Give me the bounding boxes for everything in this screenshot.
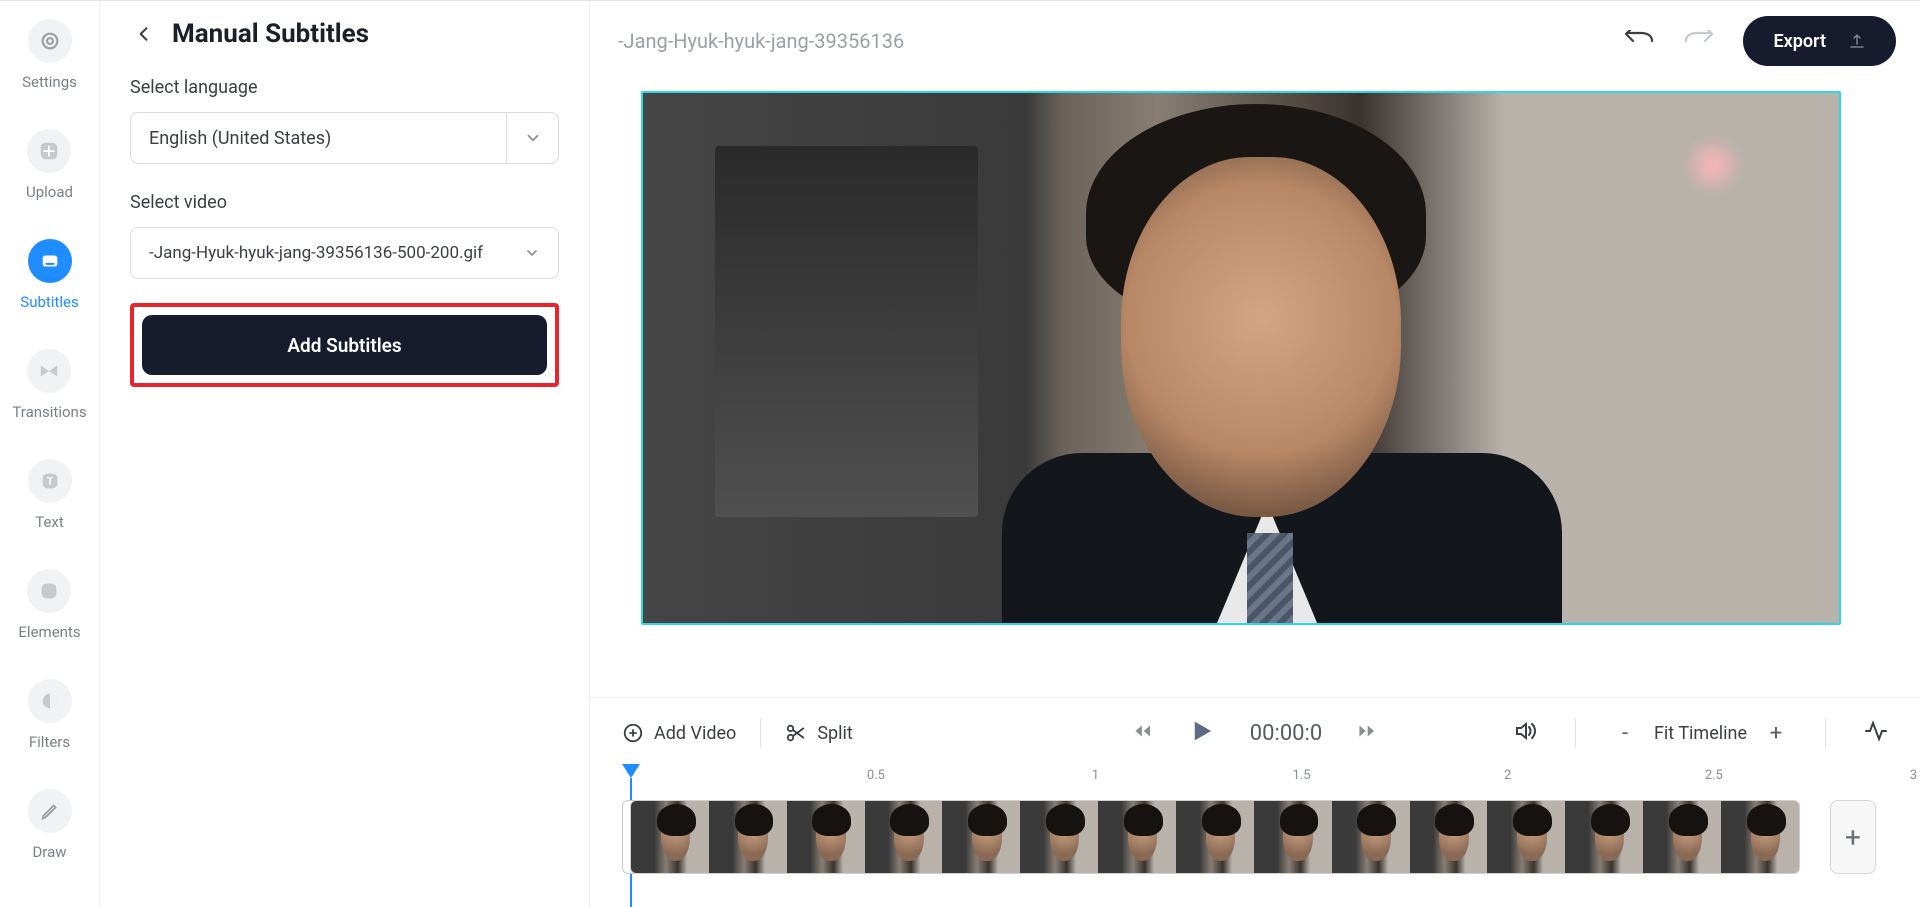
timeline-track[interactable]: + <box>590 794 1920 907</box>
sidebar-item-draw[interactable]: Draw <box>28 789 72 861</box>
export-label: Export <box>1773 31 1826 52</box>
time-display: 00:00:0 <box>1250 721 1322 746</box>
subtitles-panel: Manual Subtitles Select language English… <box>100 1 590 907</box>
chevron-down-icon <box>506 113 558 163</box>
volume-button[interactable] <box>1513 719 1537 747</box>
divider <box>760 718 761 748</box>
sidebar-item-transitions[interactable]: Transitions <box>12 349 86 421</box>
activity-icon <box>1864 719 1888 743</box>
playhead[interactable] <box>622 764 640 778</box>
undo-button[interactable] <box>1619 22 1657 60</box>
sidebar-item-upload[interactable]: Upload <box>26 129 73 201</box>
split-label: Split <box>817 723 852 744</box>
timeline-ruler[interactable]: 0.5 1 1.5 2 2.5 3 <box>590 768 1920 794</box>
sidebar-item-label: Filters <box>29 733 70 751</box>
ruler-tick: 3 <box>1910 768 1917 783</box>
transition-icon <box>27 349 71 393</box>
volume-icon <box>1513 719 1537 743</box>
split-button[interactable]: Split <box>785 716 852 750</box>
icon-sidebar: Settings Upload Subtitles Transitions T … <box>0 1 100 907</box>
redo-button[interactable] <box>1681 22 1719 60</box>
divider <box>1825 718 1826 748</box>
video-clip[interactable] <box>630 800 1800 874</box>
sidebar-item-label: Draw <box>32 843 66 861</box>
elements-icon <box>27 569 71 613</box>
video-preview[interactable] <box>641 91 1841 625</box>
sidebar-item-label: Settings <box>22 73 77 91</box>
text-icon: T <box>28 459 72 503</box>
add-subtitles-button[interactable]: Add Subtitles <box>142 315 547 375</box>
ruler-tick: 1 <box>1092 768 1099 783</box>
waveform-button[interactable] <box>1864 719 1888 747</box>
zoom-in-button[interactable]: + <box>1765 721 1787 746</box>
fit-timeline-button[interactable]: Fit Timeline <box>1654 723 1747 744</box>
sidebar-item-label: Elements <box>18 623 80 641</box>
preview-frame <box>643 93 1839 623</box>
sidebar-item-elements[interactable]: Elements <box>18 569 80 641</box>
video-select[interactable]: -Jang-Hyuk-hyuk-jang-39356136-500-200.gi… <box>130 227 559 279</box>
video-value: -Jang-Hyuk-hyuk-jang-39356136-500-200.gi… <box>149 243 483 263</box>
timeline: Add Video Split 00:00:0 <box>590 697 1920 907</box>
sidebar-item-label: Text <box>35 513 64 531</box>
sidebar-item-text[interactable]: T Text <box>28 459 72 531</box>
step-forward-button[interactable] <box>1356 720 1378 746</box>
chevron-down-icon <box>506 228 558 278</box>
plus-circle-icon <box>622 722 644 744</box>
plus-icon <box>27 129 71 173</box>
gear-icon <box>28 19 72 63</box>
language-select[interactable]: English (United States) <box>130 112 559 164</box>
topbar: -Jang-Hyuk-hyuk-jang-39356136 Export <box>590 1 1920 81</box>
ruler-tick: 2.5 <box>1705 768 1723 783</box>
select-language-label: Select language <box>130 77 559 98</box>
add-clip-button[interactable]: + <box>1830 800 1876 874</box>
add-video-button[interactable]: Add Video <box>622 716 736 750</box>
step-back-icon <box>1132 720 1154 742</box>
select-video-label: Select video <box>130 192 559 213</box>
sidebar-item-label: Subtitles <box>20 293 78 311</box>
scissors-icon <box>785 722 807 744</box>
sidebar-item-settings[interactable]: Settings <box>22 19 77 91</box>
export-button[interactable]: Export <box>1743 16 1896 66</box>
sidebar-item-label: Upload <box>26 183 73 201</box>
sidebar-item-label: Transitions <box>12 403 86 421</box>
ruler-tick: 0.5 <box>867 768 885 783</box>
divider <box>1575 718 1576 748</box>
subtitle-icon <box>28 239 72 283</box>
ruler-tick: 1.5 <box>1293 768 1311 783</box>
pencil-icon <box>28 789 72 833</box>
play-button[interactable] <box>1188 717 1216 749</box>
main-area: -Jang-Hyuk-hyuk-jang-39356136 Export <box>590 1 1920 907</box>
add-video-label: Add Video <box>654 723 736 744</box>
language-value: English (United States) <box>149 128 331 149</box>
zoom-out-button[interactable]: - <box>1614 721 1636 746</box>
add-subtitles-highlight: Add Subtitles <box>130 303 559 387</box>
back-button[interactable] <box>130 20 158 48</box>
svg-text:T: T <box>46 477 53 488</box>
panel-title: Manual Subtitles <box>172 19 369 49</box>
sidebar-item-filters[interactable]: Filters <box>28 679 72 751</box>
project-filename: -Jang-Hyuk-hyuk-jang-39356136 <box>618 29 904 53</box>
step-forward-icon <box>1356 720 1378 742</box>
ruler-tick: 2 <box>1504 768 1511 783</box>
contrast-icon <box>28 679 72 723</box>
play-icon <box>1188 717 1216 745</box>
upload-icon <box>1848 32 1866 50</box>
step-back-button[interactable] <box>1132 720 1154 746</box>
sidebar-item-subtitles[interactable]: Subtitles <box>20 239 78 311</box>
